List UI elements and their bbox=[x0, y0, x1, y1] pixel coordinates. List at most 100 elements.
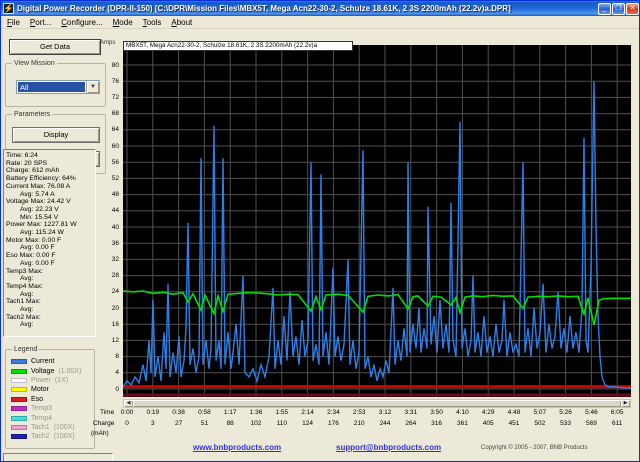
stat-line: Avg: 115.24 W bbox=[20, 229, 64, 237]
charge-tick: 361 bbox=[456, 420, 468, 427]
chart-horizontal-scrollbar[interactable]: ◀ ▶ bbox=[123, 399, 631, 408]
menu-item-port[interactable]: Port... bbox=[26, 17, 57, 28]
legend-swatch bbox=[11, 359, 27, 365]
charge-tick: 264 bbox=[405, 420, 417, 427]
stat-line: Motor Max: 0.00 F bbox=[6, 236, 62, 244]
time-tick: 0:58 bbox=[198, 409, 211, 416]
scrollbar-thumb[interactable] bbox=[133, 400, 621, 407]
time-tick: 5:46 bbox=[585, 409, 598, 416]
charge-tick: 569 bbox=[585, 420, 597, 427]
menu-item-about[interactable]: About bbox=[167, 17, 198, 28]
charge-tick: 27 bbox=[174, 420, 183, 427]
stat-line: Time: 6:24 bbox=[6, 152, 38, 159]
display-button[interactable]: Display bbox=[12, 127, 100, 143]
minimize-button[interactable]: _ bbox=[598, 2, 611, 15]
stat-line: Avg: bbox=[20, 275, 34, 283]
time-tick: 6:05 bbox=[610, 409, 624, 416]
chart-title: MBX5T, Mega Acn22-30-2, Schulze 18.61K, … bbox=[123, 41, 353, 51]
legend-item-temp4[interactable]: Temp4 bbox=[6, 413, 94, 422]
restore-button[interactable]: ❐ bbox=[612, 2, 625, 15]
y-axis-tick: 4 bbox=[115, 369, 119, 377]
time-tick: 1:17 bbox=[223, 409, 237, 416]
parameters-label: Parameters bbox=[12, 110, 53, 119]
menu-item-configure[interactable]: Configure... bbox=[57, 17, 108, 28]
legend-swatch bbox=[11, 387, 27, 393]
legend-item-current[interactable]: Current bbox=[6, 357, 94, 366]
stat-line: Battery Efficiency: 64% bbox=[6, 175, 76, 183]
bottom-status-strip bbox=[3, 453, 113, 461]
stat-line: Avg: bbox=[20, 290, 34, 298]
get-data-button[interactable]: Get Data bbox=[9, 39, 101, 55]
legend-item-scale: (1.00X) bbox=[58, 367, 82, 375]
menu-item-file[interactable]: File bbox=[3, 17, 26, 28]
stat-line: Voltage Max: 24.42 V bbox=[6, 198, 71, 206]
stat-line: Avg: 5.74 A bbox=[20, 190, 55, 198]
legend-swatch bbox=[11, 377, 27, 383]
mission-select-value: All bbox=[18, 82, 85, 92]
legend-item-label: Tach1 bbox=[31, 423, 50, 431]
legend-swatch bbox=[11, 368, 27, 374]
legend-item-label: Motor bbox=[31, 386, 49, 394]
y-axis-tick: 0 bbox=[115, 385, 119, 393]
y-axis-tick: 68 bbox=[111, 110, 119, 118]
legend-item-tach1[interactable]: Tach1 (100X) bbox=[6, 423, 94, 432]
stat-line: Power Max: 1227.81 W bbox=[6, 221, 77, 229]
y-axis-tick: 12 bbox=[111, 336, 119, 344]
time-row-label: Time bbox=[100, 409, 115, 416]
title-bar[interactable]: ⚡ Digital Power Recorder (DPR-II-150) [C… bbox=[1, 1, 639, 16]
y-axis-tick: 76 bbox=[111, 77, 119, 85]
support-email-link[interactable]: support@bnbproducts.com bbox=[336, 443, 441, 452]
y-axis-tick: 24 bbox=[111, 288, 119, 296]
time-tick: 1:55 bbox=[275, 409, 289, 416]
y-axis-tick: 48 bbox=[111, 191, 119, 199]
chart-plot-area[interactable] bbox=[122, 45, 631, 397]
y-axis-tick: 44 bbox=[111, 207, 119, 215]
legend-item-motor[interactable]: Motor bbox=[6, 385, 94, 394]
view-mission-label: View Mission bbox=[12, 59, 57, 68]
y-axis-tick: 56 bbox=[111, 158, 119, 166]
mission-select[interactable]: All ▼ bbox=[16, 80, 100, 94]
series-current bbox=[122, 81, 631, 389]
stat-line: Current Max: 76.08 A bbox=[6, 182, 71, 190]
legend-item-temp3[interactable]: Temp3 bbox=[6, 404, 94, 413]
charge-tick: 502 bbox=[534, 420, 546, 427]
charge-tick: 611 bbox=[612, 420, 623, 427]
charge-unit-label: (mAh) bbox=[91, 430, 109, 437]
close-button[interactable]: ✕ bbox=[626, 2, 639, 15]
time-tick: 2:34 bbox=[327, 409, 340, 416]
menu-item-tools[interactable]: Tools bbox=[139, 17, 168, 28]
charge-tick: 110 bbox=[276, 420, 287, 427]
menu-item-mode[interactable]: Mode bbox=[109, 17, 139, 28]
legend-item-tach2[interactable]: Tach2 (100X) bbox=[6, 432, 94, 441]
legend-item-scale: (1X) bbox=[54, 376, 69, 384]
y-axis-tick: 64 bbox=[111, 126, 119, 134]
charge-tick: 405 bbox=[482, 420, 494, 427]
legend-item-power[interactable]: Power (1X) bbox=[6, 376, 94, 385]
y-axis-tick: 20 bbox=[111, 304, 119, 312]
y-axis-tick: 16 bbox=[111, 320, 119, 328]
y-axis-tick: 52 bbox=[111, 174, 119, 182]
charge-tick: 124 bbox=[302, 420, 314, 427]
legend-item-eso[interactable]: Eso bbox=[6, 395, 94, 404]
y-axis-tick: 32 bbox=[111, 255, 119, 263]
y-axis-tick: 28 bbox=[111, 272, 119, 280]
legend-swatch bbox=[11, 396, 27, 402]
time-tick: 4:10 bbox=[456, 409, 469, 416]
y-axis-tick: 80 bbox=[111, 61, 119, 69]
stat-line: Min: 15.54 V bbox=[20, 213, 59, 221]
charge-tick: 88 bbox=[226, 420, 234, 427]
scroll-left-icon[interactable]: ◀ bbox=[124, 400, 133, 407]
legend-swatch bbox=[11, 434, 27, 440]
website-link[interactable]: www.bnbproducts.com bbox=[193, 443, 281, 452]
time-tick: 1:36 bbox=[249, 409, 263, 416]
y-axis-unit-label: Amps bbox=[100, 40, 116, 46]
legend-item-voltage[interactable]: Voltage (1.00X) bbox=[6, 366, 94, 375]
scroll-right-icon[interactable]: ▶ bbox=[621, 400, 630, 407]
y-axis-tick: 36 bbox=[111, 239, 119, 247]
stat-line: Avg: bbox=[20, 306, 34, 314]
y-axis-tick: 72 bbox=[111, 93, 119, 101]
stat-line: Avg: 22.23 V bbox=[20, 205, 59, 213]
stat-line: Avg: 0.00 F bbox=[20, 259, 55, 267]
legend-item-label: Eso bbox=[31, 395, 44, 403]
charge-tick: 0 bbox=[125, 420, 129, 427]
